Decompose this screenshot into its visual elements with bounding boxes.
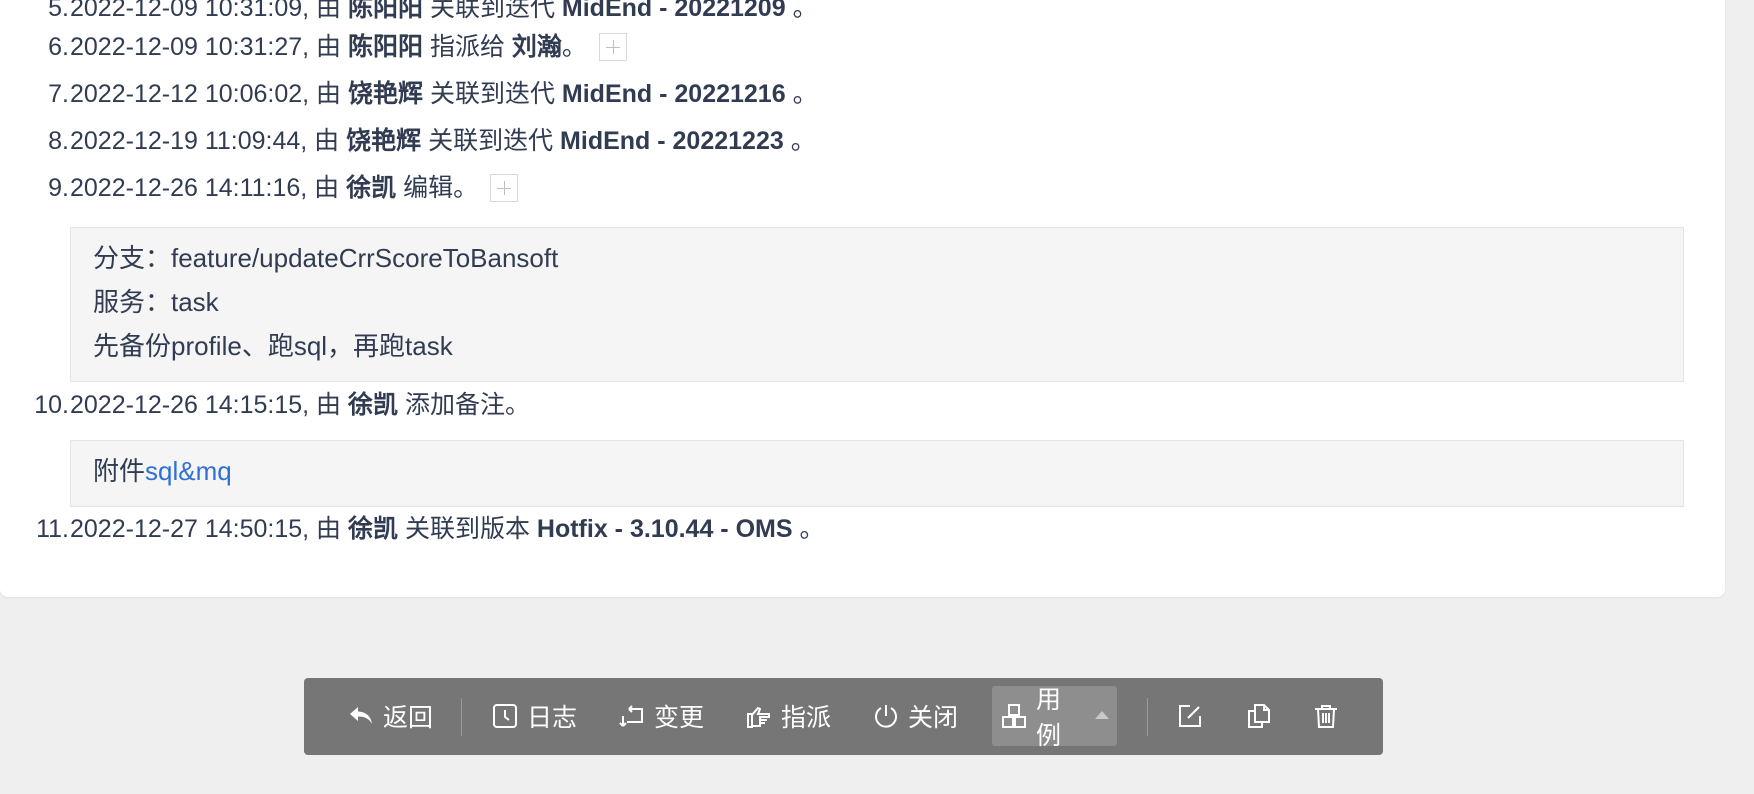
toolbar-divider	[1147, 698, 1148, 736]
history-actor: 徐凯	[346, 174, 397, 202]
history-item-number: 6.	[48, 33, 69, 61]
history-actor: 徐凯	[347, 391, 398, 419]
clock-icon	[493, 704, 517, 728]
attachment-label: 附件	[93, 456, 146, 486]
history-item-text: 2022-12-09 10:31:27, 由 陈阳阳 指派给 刘瀚。	[70, 29, 627, 65]
edit-button[interactable]	[1168, 686, 1212, 746]
history-post: 。	[792, 515, 825, 543]
history-object: MidEnd - 20221216	[561, 80, 786, 108]
history-item: 8. 2022-12-19 11:09:44, 由 饶艳辉 关联到迭代 MidE…	[0, 123, 1700, 159]
history-post: 。	[785, 0, 818, 22]
copy-icon	[1248, 704, 1270, 728]
history-item: 10. 2022-12-26 14:15:15, 由 徐凯 添加备注。	[0, 387, 1700, 423]
back-button[interactable]: 返回	[339, 686, 441, 746]
history-item-text: 2022-12-26 14:15:15, 由 徐凯 添加备注。	[70, 387, 530, 423]
history-item-text: 2022-12-09 10:31:09, 由 陈阳阳 关联到迭代 MidEnd …	[70, 0, 818, 26]
history-item-text: 2022-12-19 11:09:44, 由 饶艳辉 关联到迭代 MidEnd …	[70, 123, 816, 159]
history-action: 关联到迭代	[423, 0, 562, 22]
history-item-number: 9.	[48, 174, 69, 202]
close-button[interactable]: 关闭	[864, 686, 966, 746]
testcase-icon	[1002, 704, 1026, 728]
history-time: 2022-12-09 10:31:27, 由	[70, 33, 348, 61]
close-button-label: 关闭	[908, 704, 959, 732]
edit-diff-note: 分支：feature/updateCrrScoreToBansoft 服务：ta…	[70, 227, 1684, 382]
history-time: 2022-12-26 14:11:16, 由	[70, 174, 347, 202]
comment-line: 附件sql&mq	[93, 449, 1683, 493]
action-toolbar: 返回 日志 变更 指派 关闭 用例	[304, 678, 1383, 755]
back-button-label: 返回	[383, 704, 434, 732]
history-item-number: 10.	[34, 391, 69, 419]
history-action: 关联到迭代	[423, 80, 562, 108]
note-line-service: 服务：task	[93, 287, 219, 317]
power-icon	[875, 705, 897, 728]
history-item-text: 2022-12-12 10:06:02, 由 饶艳辉 关联到迭代 MidEnd …	[70, 76, 818, 112]
history-item-number: 11.	[36, 515, 69, 543]
assign-button[interactable]: 指派	[737, 686, 839, 746]
history-object: MidEnd - 20221223	[560, 127, 784, 155]
expand-plus-icon[interactable]	[598, 33, 627, 61]
history-post: 。	[561, 33, 587, 61]
history-time: 2022-12-26 14:15:15, 由	[70, 391, 348, 419]
history-object: MidEnd - 20221209	[561, 0, 786, 22]
note-line-branch: 分支：feature/updateCrrScoreToBansoft	[93, 243, 559, 273]
history-item-text: 2022-12-26 14:11:16, 由 徐凯 编辑。	[70, 170, 519, 206]
comment-note: 附件sql&mq	[70, 440, 1684, 507]
change-arrows-icon	[619, 705, 643, 727]
history-action: 编辑。	[396, 174, 479, 202]
testcase-dropdown-button[interactable]: 用例	[992, 686, 1117, 750]
history-actor: 陈阳阳	[347, 0, 423, 22]
assign-button-label: 指派	[781, 704, 832, 732]
edit-icon	[1179, 705, 1201, 727]
expand-plus-icon[interactable]	[490, 174, 519, 202]
history-time: 2022-12-12 10:06:02, 由	[70, 80, 348, 108]
history-actor: 徐凯	[347, 515, 398, 543]
change-button[interactable]: 变更	[610, 686, 712, 746]
hand-pointing-icon	[747, 706, 770, 728]
history-action: 指派给	[423, 33, 512, 61]
history-item: 7. 2022-12-12 10:06:02, 由 饶艳辉 关联到迭代 MidE…	[0, 76, 1700, 112]
testcase-button-label: 用例	[1036, 686, 1062, 750]
history-item-number: 5.	[48, 0, 69, 22]
history-actor: 陈阳阳	[347, 33, 423, 61]
caret-up-icon	[1095, 711, 1109, 719]
history-item: 5. 2022-12-09 10:31:09, 由 陈阳阳 关联到迭代 MidE…	[0, 0, 1700, 26]
history-time: 2022-12-27 14:50:15, 由	[70, 515, 348, 543]
log-button-label: 日志	[527, 704, 578, 732]
history-item: 11. 2022-12-27 14:50:15, 由 徐凯 关联到版本 Hotf…	[0, 511, 1700, 547]
history-object: 刘瀚	[511, 33, 562, 61]
history-panel: 5. 2022-12-09 10:31:09, 由 陈阳阳 关联到迭代 MidE…	[0, 0, 1725, 597]
history-time: 2022-12-09 10:31:09, 由	[70, 0, 348, 22]
history-post: 。	[785, 80, 818, 108]
history-item: 6. 2022-12-09 10:31:27, 由 陈阳阳 指派给 刘瀚。	[0, 29, 1700, 65]
history-item-text: 2022-12-27 14:50:15, 由 徐凯 关联到版本 Hotfix -…	[70, 511, 824, 547]
toolbar-divider	[461, 698, 462, 736]
history-post: 。	[783, 127, 816, 155]
back-arrow-icon	[350, 707, 372, 724]
note-line-steps: 先备份profile、跑sql，再跑task	[93, 331, 453, 361]
history-actor: 饶艳辉	[346, 127, 422, 155]
log-button[interactable]: 日志	[483, 686, 585, 746]
delete-button[interactable]	[1304, 686, 1348, 746]
history-action: 关联到迭代	[421, 127, 561, 155]
history-time: 2022-12-19 11:09:44, 由	[70, 127, 347, 155]
history-actor: 饶艳辉	[347, 80, 423, 108]
history-item: 9. 2022-12-26 14:11:16, 由 徐凯 编辑。	[0, 170, 1700, 206]
history-action: 添加备注。	[398, 391, 530, 419]
history-action: 关联到版本	[398, 515, 537, 543]
history-object: Hotfix - 3.10.44 - OMS	[536, 515, 793, 543]
trash-icon	[1315, 705, 1337, 728]
copy-button[interactable]	[1237, 686, 1281, 746]
attachment-link[interactable]: sql&mq	[145, 456, 232, 486]
change-button-label: 变更	[654, 704, 705, 732]
history-item-number: 8.	[48, 127, 69, 155]
history-item-number: 7.	[48, 80, 69, 108]
